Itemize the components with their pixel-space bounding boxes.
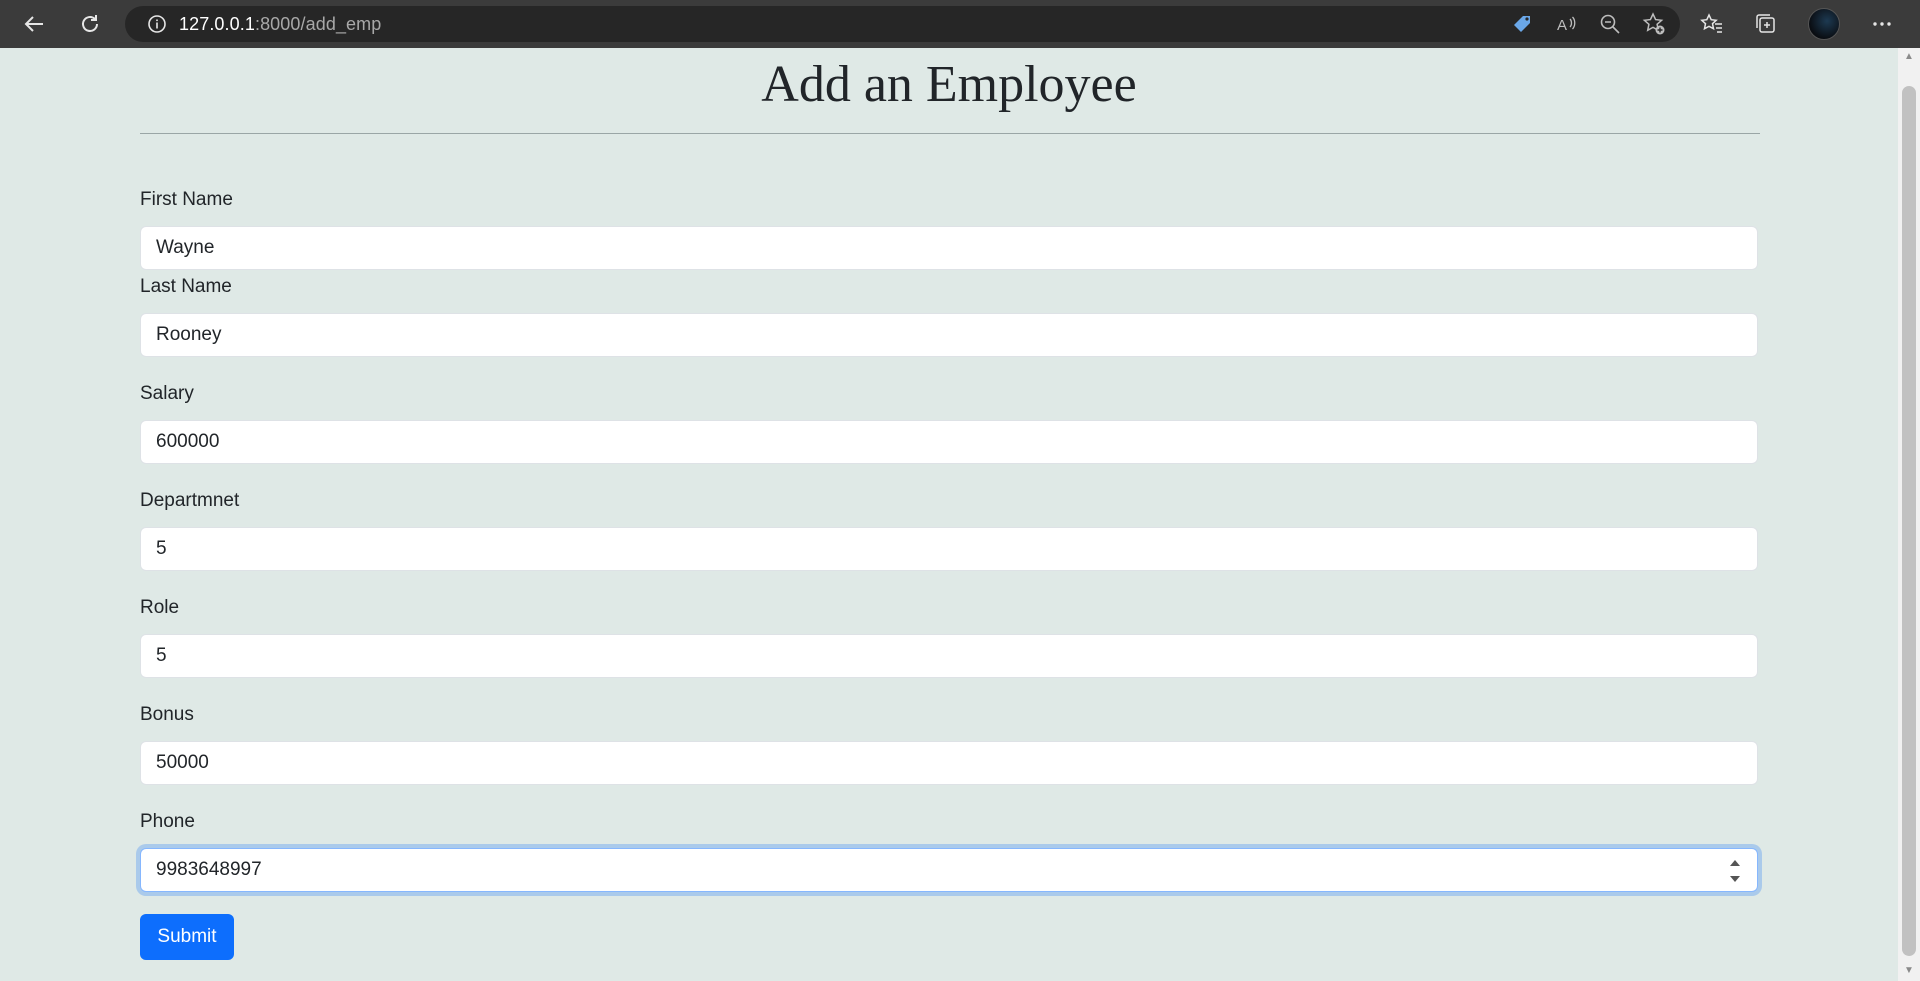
page-content: Add an Employee First Name Wayne Last Na… <box>0 48 1898 981</box>
browser-toolbar: 127.0.0.1:8000/add_emp A <box>0 0 1920 48</box>
submit-button[interactable]: Submit <box>140 914 234 960</box>
salary-input[interactable]: 600000 <box>140 420 1758 464</box>
department-label: Departmnet <box>140 490 240 511</box>
number-spinner[interactable] <box>1727 859 1743 883</box>
phone-input[interactable]: 9983648997 <box>140 848 1758 892</box>
url-text[interactable]: 127.0.0.1:8000/add_emp <box>179 14 381 35</box>
profile-avatar[interactable] <box>1808 8 1840 40</box>
refresh-icon <box>82 15 98 32</box>
refresh-button[interactable] <box>70 4 110 44</box>
bonus-input[interactable]: 50000 <box>140 741 1758 785</box>
read-aloud-icon[interactable]: A <box>1554 12 1578 36</box>
last-name-label: Last Name <box>140 276 232 297</box>
url-path: :8000/add_emp <box>254 13 382 34</box>
phone-label: Phone <box>140 811 195 832</box>
address-bar-icons: A <box>1510 6 1666 42</box>
spin-up-icon[interactable] <box>1729 859 1741 867</box>
collections-icon[interactable] <box>1754 12 1778 36</box>
page-title: Add an Employee <box>761 56 1137 113</box>
add-favorite-icon[interactable] <box>1642 12 1666 36</box>
zoom-out-icon[interactable] <box>1598 12 1622 36</box>
scroll-thumb[interactable] <box>1902 86 1916 956</box>
role-label: Role <box>140 597 180 618</box>
svg-text:A: A <box>1557 17 1567 34</box>
info-icon[interactable] <box>147 14 167 34</box>
first-name-input[interactable]: Wayne <box>140 226 1758 270</box>
last-name-input[interactable]: Rooney <box>140 313 1758 357</box>
first-name-label: First Name <box>140 189 233 210</box>
department-input[interactable]: 5 <box>140 527 1758 571</box>
phone-value: 9983648997 <box>156 859 262 880</box>
role-input[interactable]: 5 <box>140 634 1758 678</box>
scroll-up-icon[interactable]: ▲ <box>1903 52 1915 62</box>
url-host: 127.0.0.1 <box>179 13 255 34</box>
divider <box>140 133 1760 134</box>
bonus-label: Bonus <box>140 704 194 725</box>
more-menu-icon[interactable] <box>1870 12 1894 36</box>
favorites-icon[interactable] <box>1700 12 1724 36</box>
browser-actions <box>1700 6 1894 42</box>
back-arrow-icon <box>24 16 43 32</box>
scroll-down-icon[interactable]: ▼ <box>1903 966 1915 976</box>
spin-down-icon[interactable] <box>1729 875 1741 883</box>
shopping-tag-icon[interactable] <box>1510 12 1534 36</box>
address-bar[interactable]: 127.0.0.1:8000/add_emp A <box>125 6 1680 42</box>
back-button[interactable] <box>14 4 54 44</box>
vertical-scrollbar[interactable]: ▲ ▼ <box>1898 48 1920 981</box>
salary-label: Salary <box>140 383 194 404</box>
